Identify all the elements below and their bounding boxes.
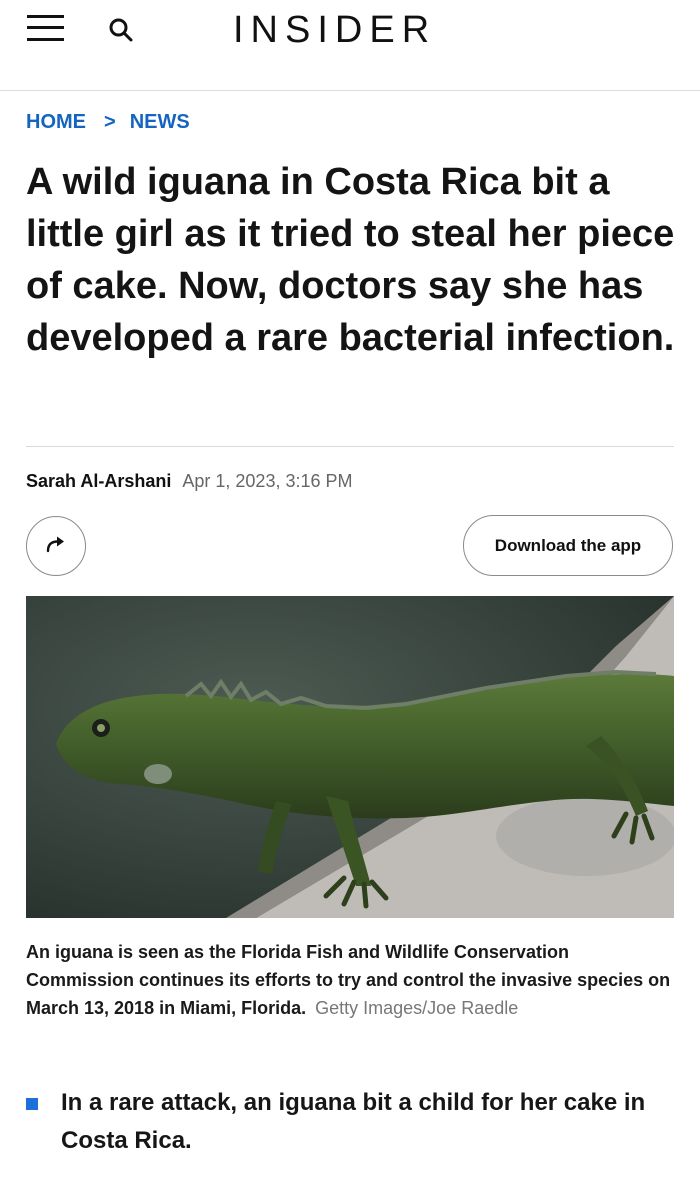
- download-app-button[interactable]: Download the app: [463, 515, 673, 576]
- key-point-bullet-icon: [26, 1098, 38, 1110]
- publish-date: Apr 1, 2023, 3:16 PM: [182, 471, 353, 491]
- share-button[interactable]: [26, 516, 86, 576]
- breadcrumb-news-link[interactable]: NEWS: [130, 111, 190, 133]
- hamburger-menu-icon[interactable]: [27, 13, 65, 43]
- top-navigation-bar: INSIDER: [0, 0, 700, 91]
- key-point-item: In a rare attack, an iguana bit a child …: [61, 1089, 646, 1154]
- author-name[interactable]: Sarah Al-Arshani: [26, 471, 171, 491]
- search-icon[interactable]: [108, 17, 134, 43]
- breadcrumb: HOME > NEWS: [26, 111, 190, 134]
- breadcrumb-chevron-icon: >: [104, 111, 116, 133]
- iguana-photo: [26, 596, 674, 918]
- article-byline: Sarah Al-Arshani Apr 1, 2023, 3:16 PM: [26, 471, 353, 492]
- image-credit: Getty Images/Joe Raedle: [315, 998, 519, 1018]
- site-logo[interactable]: INSIDER: [233, 9, 436, 52]
- article-headline: A wild iguana in Costa Rica bit a little…: [26, 161, 675, 359]
- headline-divider: [26, 446, 674, 447]
- breadcrumb-home-link[interactable]: HOME: [26, 111, 86, 133]
- share-arrow-icon: [45, 535, 67, 558]
- image-caption: An iguana is seen as the Florida Fish an…: [26, 938, 676, 1022]
